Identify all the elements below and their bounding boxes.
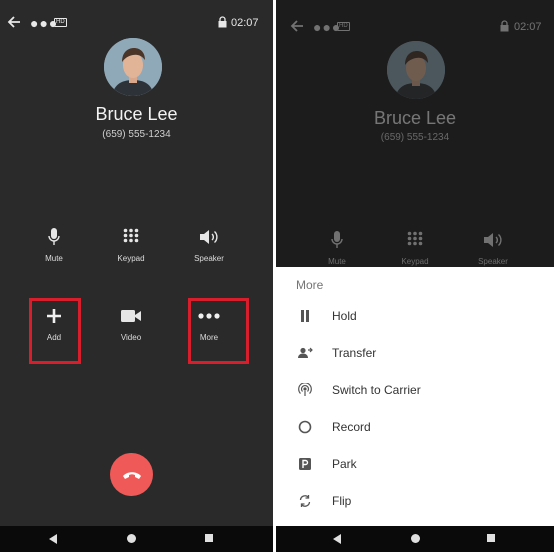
microphone-icon (331, 231, 343, 248)
caller-name: Bruce Lee (373, 108, 457, 128)
more-button[interactable]: More (179, 305, 239, 342)
nav-recents-icon[interactable] (487, 534, 495, 542)
video-camera-icon (121, 310, 141, 322)
nav-recents-icon[interactable] (205, 534, 213, 542)
lock-icon (218, 16, 227, 28)
avatar-portrait-icon (387, 41, 445, 99)
more-menu-title: More (296, 278, 324, 292)
mute-label: Mute (328, 257, 346, 266)
in-call-screen: ●●● HD 02:07 Bruce Lee (659) 555-1234 Mu… (0, 0, 273, 552)
speaker-button[interactable]: Speaker (179, 226, 239, 263)
park-icon (299, 458, 311, 470)
video-button[interactable]: Video (101, 305, 161, 342)
back-arrow-icon[interactable] (289, 18, 305, 34)
mute-button: Mute (307, 229, 367, 266)
menu-item-label: Flip (332, 494, 352, 508)
nav-back-icon[interactable] (333, 534, 341, 544)
keypad-label: Keypad (117, 254, 145, 263)
android-nav-bar (0, 526, 273, 552)
plus-icon (47, 309, 61, 323)
keypad-icon (407, 231, 423, 246)
menu-item-label: Hold (332, 309, 357, 323)
add-label: Add (46, 333, 62, 342)
caller-name: Bruce Lee (95, 104, 178, 124)
hang-up-icon (122, 471, 141, 479)
speaker-icon (200, 230, 218, 244)
avatar (387, 41, 445, 99)
keypad-label: Keypad (401, 257, 429, 266)
mute-button[interactable]: Mute (24, 226, 84, 263)
nav-home-icon[interactable] (127, 534, 136, 543)
mute-label: Mute (45, 254, 63, 263)
transfer-icon (298, 347, 313, 358)
menu-item-label: Transfer (332, 346, 377, 360)
pause-icon (301, 310, 309, 322)
hd-badge: HD (54, 18, 67, 27)
call-timer: 02:07 (514, 21, 542, 33)
hd-badge: HD (337, 22, 350, 31)
call-timer: 02:07 (231, 17, 259, 29)
caller-number: (659) 555-1234 (380, 132, 450, 143)
more-menu-sheet: More Hold Transfer Switch to Carrier Rec… (276, 267, 554, 526)
more-dots-icon (198, 313, 220, 319)
menu-item-flip[interactable]: Flip (276, 483, 554, 519)
caller-number: (659) 555-1234 (102, 129, 171, 140)
record-icon (298, 420, 312, 434)
flip-icon (299, 495, 311, 507)
menu-item-hold[interactable]: Hold (276, 298, 554, 334)
add-call-button[interactable]: Add (24, 305, 84, 342)
keypad-button[interactable]: Keypad (101, 226, 161, 263)
more-label: More (199, 333, 219, 342)
menu-item-transfer[interactable]: Transfer (276, 335, 554, 371)
nav-home-icon[interactable] (411, 534, 420, 543)
keypad-button: Keypad (385, 229, 445, 266)
speaker-icon (484, 233, 502, 247)
microphone-icon (48, 228, 60, 245)
nav-back-icon[interactable] (49, 534, 57, 544)
speaker-button: Speaker (463, 229, 523, 266)
video-label: Video (120, 333, 142, 342)
avatar-portrait-icon (104, 38, 162, 96)
menu-item-record[interactable]: Record (276, 409, 554, 445)
in-call-more-menu-screen: ●●● HD 02:07 Bruce Lee (659) 555-1234 Mu… (276, 0, 554, 552)
speaker-label: Speaker (194, 254, 224, 263)
keypad-icon (123, 228, 139, 243)
end-call-button[interactable] (110, 453, 153, 496)
android-nav-bar (276, 526, 554, 552)
menu-item-label: Park (332, 457, 357, 471)
switch-carrier-icon (298, 383, 312, 396)
back-arrow-icon[interactable] (6, 14, 22, 30)
menu-item-switch-to-carrier[interactable]: Switch to Carrier (276, 372, 554, 408)
menu-item-park[interactable]: Park (276, 446, 554, 482)
speaker-label: Speaker (478, 257, 508, 266)
lock-icon (500, 20, 509, 32)
menu-item-label: Switch to Carrier (332, 383, 421, 397)
avatar (104, 38, 162, 96)
menu-item-label: Record (332, 420, 371, 434)
